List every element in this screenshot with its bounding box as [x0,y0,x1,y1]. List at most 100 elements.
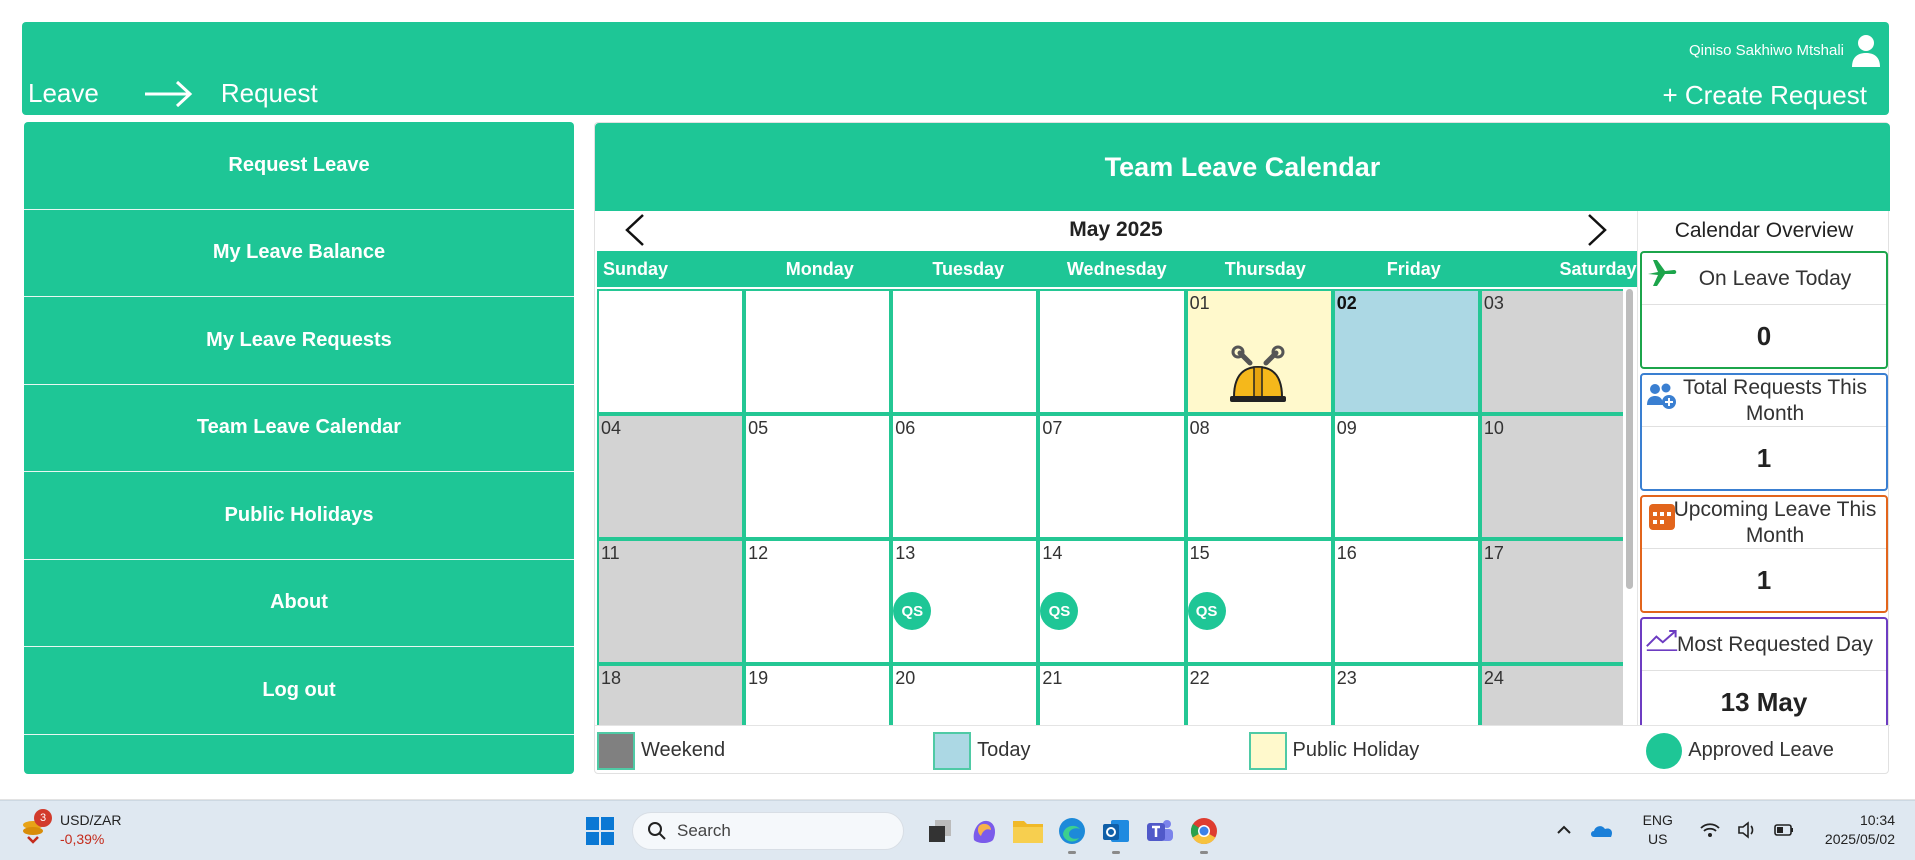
sidebar-item-log-out[interactable]: Log out [24,647,574,735]
legend-label: Today [977,739,1031,761]
calendar-day[interactable]: 24 [1479,664,1627,725]
sidebar-item-team-leave-calendar[interactable]: Team Leave Calendar [24,385,574,472]
calendar-day[interactable]: 17 [1479,539,1627,664]
calendar-day[interactable]: 07 [1038,414,1186,539]
calendar-day[interactable]: 22 [1185,664,1333,725]
calendar-empty-cell [891,289,1039,414]
calendar-scrollbar[interactable] [1623,289,1635,725]
calendar-day[interactable]: 23 [1332,664,1480,725]
volume-icon[interactable] [1737,821,1757,839]
calendar-day[interactable]: 20 [891,664,1039,725]
approved-leave-marker[interactable]: QS [1187,592,1226,630]
legend-swatch [597,731,635,770]
legend-swatch [1646,732,1683,769]
legend-swatch [933,731,972,770]
calendar-day[interactable]: 18 [597,664,745,725]
create-request-button[interactable]: + Create Request [1662,80,1867,111]
user-avatar-icon[interactable] [1851,34,1881,68]
search-placeholder: Search [677,821,731,840]
calendar-day[interactable]: 16 [1332,539,1480,664]
chevron-up-icon[interactable] [1555,821,1573,839]
system-tray: ENG US 10:34 2025/05/02 [1547,811,1895,849]
start-button[interactable] [578,810,622,852]
task-view-icon[interactable] [918,810,962,852]
calendar-icon [1649,504,1675,530]
day-number: 20 [895,668,916,688]
calendar-day[interactable]: 09 [1332,414,1480,539]
card-value: 1 [1756,564,1772,595]
clock[interactable]: 10:34 2025/05/02 [1825,811,1895,849]
clock-date: 2025/05/02 [1824,831,1895,847]
legend-label: Public Holiday [1292,739,1420,761]
calendar-week: 18 19 20 21 22 23 24 [597,664,1627,725]
chrome-icon[interactable] [1182,810,1226,854]
calendar-day[interactable]: 14 QS [1038,539,1186,664]
card-label: Most Requested Day [1676,632,1874,656]
sidebar-item-public-holidays[interactable]: Public Holidays [24,472,574,560]
calendar-day[interactable]: 10 [1479,414,1627,539]
approved-leave-marker[interactable]: QS [893,592,932,630]
calendar-day[interactable]: 11 [597,539,745,664]
day-number: 08 [1189,418,1210,438]
weekday-header: Sunday Monday Tuesday Wednesday Thursday… [597,251,1637,287]
weekday-label: Thursday [1224,258,1306,279]
calendar-day[interactable]: 12 [744,539,892,664]
airplane-icon [1648,260,1677,286]
calendar-day[interactable]: 13 QS [891,539,1039,664]
day-number: 14 [1042,543,1063,563]
day-number: 23 [1336,668,1357,688]
taskbar-search[interactable]: Search [632,812,904,850]
calendar-day[interactable]: 04 [597,414,745,539]
scrollbar-thumb[interactable] [1626,289,1633,589]
sidebar-item-request-leave[interactable]: Request Leave [24,122,574,210]
page-title: Team Leave Calendar [595,123,1890,211]
stock-widget[interactable]: 3 USD/ZAR -0,39% [20,809,121,849]
edge-icon[interactable] [1050,810,1094,854]
sidebar-item-my-leave-requests[interactable]: My Leave Requests [24,297,574,385]
calendar-day[interactable]: 08 [1185,414,1333,539]
calendar-day[interactable]: 02 [1332,289,1480,414]
approved-leave-marker[interactable]: QS [1040,592,1079,630]
breadcrumb-leave[interactable]: Leave [28,78,99,109]
trend-up-icon [1646,630,1678,651]
outlook-icon[interactable] [1094,810,1138,854]
file-explorer-icon[interactable] [1006,810,1050,852]
language-indicator[interactable]: ENG US [1643,811,1673,849]
lang-top: ENG [1642,812,1673,828]
card-label: Upcoming Leave This Month [1673,498,1877,547]
day-number: 02 [1336,293,1357,313]
teams-icon[interactable] [1138,810,1182,852]
sidebar-item-about[interactable]: About [24,560,574,647]
day-number: 03 [1483,293,1504,313]
arrow-right-icon [144,80,193,107]
calendar-day[interactable]: 21 [1038,664,1186,725]
month-header: May 2025 [595,211,1637,249]
day-number: 17 [1483,543,1504,563]
calendar-day[interactable]: 03 [1479,289,1627,414]
sidebar-item-my-leave-balance[interactable]: My Leave Balance [24,210,574,297]
battery-icon[interactable] [1773,821,1795,839]
calendar-week: 04 05 06 07 08 09 10 [597,414,1627,539]
legend-item: Weekend [597,731,726,770]
calendar-day[interactable]: 06 [891,414,1039,539]
legend-swatch [1248,731,1287,770]
clock-time: 10:34 [1859,812,1895,828]
taskbar-apps: Search [578,810,1226,854]
calendar-day[interactable]: 05 [744,414,892,539]
card-value: 1 [1756,442,1772,473]
app-window: Qiniso Sakhiwo Mtshali Leave Request + C… [0,0,1915,800]
chevron-left-icon[interactable] [621,213,651,247]
copilot-icon[interactable] [962,810,1006,852]
calendar-day[interactable]: 19 [744,664,892,725]
legend-label: Weekend [641,739,726,761]
onedrive-icon[interactable] [1589,821,1615,839]
breadcrumb-request[interactable]: Request [221,78,318,109]
chevron-right-icon[interactable] [1581,213,1611,247]
calendar-day[interactable]: 15 QS [1185,539,1333,664]
calendar-day[interactable]: 01 [1185,289,1333,414]
ticker-change: -0,39% [60,831,105,847]
day-number: 11 [601,543,620,563]
wifi-icon[interactable] [1699,821,1721,839]
day-number: 09 [1336,418,1357,438]
calendar-overview: Calendar Overview On Leave Today 0 Total… [1637,211,1890,725]
